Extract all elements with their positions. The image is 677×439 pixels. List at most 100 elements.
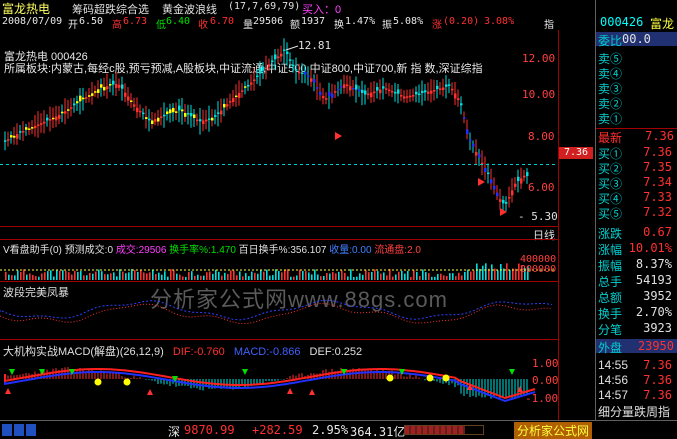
candle-body [10,135,13,138]
volume-bar [380,273,382,280]
volume-bar [224,272,226,280]
stock-name[interactable]: 富龙热电 [2,0,50,17]
candle-body [514,183,517,187]
candle-body [379,89,382,94]
stat-row-2: 振幅 8.37% [596,257,676,273]
nav-button-3[interactable] [26,424,36,436]
index-change: +282.59 [252,423,303,437]
change-label: 涨 [432,20,442,31]
candle-body [37,124,40,126]
y-tick-8: 8.00 [528,130,555,143]
quote-footer[interactable]: 细分量跌周指 [598,403,670,420]
candle-body [511,190,514,196]
candle-body [445,84,448,87]
candle-body [250,82,253,85]
volume-bar [230,270,232,280]
candle-body [103,86,106,91]
volume-bar [221,275,223,280]
volume-bar [248,276,250,280]
quote-panel: 000426 富龙 委比 00.0 卖⑤ 卖④ 卖③ 卖② 卖① 最新 7.36 买① 7… [595,0,677,420]
volume-bar [188,271,190,280]
candle-body [490,179,493,184]
volume-bar [17,270,19,280]
candle-body [196,119,199,122]
volume-bar [332,271,334,280]
volume-bar [176,273,178,280]
candle-body [112,80,115,85]
volume-bar [419,275,421,280]
indicator-title[interactable]: 筹码超跌综合选 [72,1,149,17]
candle-body [208,118,211,120]
candle-body [484,168,487,172]
weibi-label: 委比 [598,34,623,48]
volume-bar [11,275,13,280]
volume-bar [53,276,55,280]
volume-bar [239,271,241,280]
tick-time: 14:57 [598,388,629,402]
volume-bar [389,269,391,280]
volume-bar [29,273,31,280]
candle-body [97,89,100,93]
bottom-left-buttons [2,424,42,436]
volume-bar [506,263,508,280]
volume-bar [353,276,355,280]
candle-body [178,105,181,111]
volume-bar [77,271,79,280]
candle-body [328,91,331,96]
tick-row: 14:55 7.36 [596,358,676,372]
candle-body [454,93,457,99]
macd-panel[interactable]: 大机构实战MACD(解盘)(26,12,9) DIF:-0.760 MACD:-… [0,339,559,419]
up-arrow-marker [147,389,153,395]
peak-leader [285,45,299,51]
volume-bar [317,274,319,280]
volume-bar [377,271,379,280]
candle-body [19,131,22,133]
vol-label: 量 [243,20,253,31]
low-label: - 5.30 [518,210,558,223]
candle-body [355,84,358,90]
candle-body [40,123,43,125]
candle-body [247,84,250,87]
candle-body [385,88,388,90]
buy-row-5: 买⑤ 7.32 [596,205,676,221]
volume-bar [251,271,253,280]
candle-body [493,185,496,190]
tick-row: 14:57 7.36 [596,388,676,402]
volume-bar [464,271,466,280]
sell-row-4: 卖④ [596,65,676,81]
candle-body [232,98,235,103]
quote-header: 000426 富龙 [596,14,677,31]
volume-bar [479,268,481,280]
candle-body [418,93,421,96]
candle-body [265,67,268,70]
tick-time: 14:55 [598,358,629,372]
candle-body [163,114,166,117]
nav-button-2[interactable] [14,424,24,436]
stat-row-4-label: 总额 [598,291,623,305]
candle-body [394,92,397,94]
candle-body [31,127,34,129]
stat-row-2-value: 8.37% [635,257,672,271]
volume-bar [368,272,370,280]
sell-row-1: 卖① [596,110,676,126]
volume-bar [185,276,187,280]
volume-bar [206,272,208,280]
volume-bar [422,269,424,280]
stat-row-3: 总手 54193 [596,273,676,289]
candle-body [292,64,295,67]
stat-row-1: 涨幅 10.01% [596,241,676,257]
volume-panel[interactable]: V看盘助手(0) 预测成交:0 成交:29506 换手率%:1.470 百日换手… [0,239,558,280]
nav-button-1[interactable] [2,424,12,436]
volume-bar [197,274,199,280]
sell-arrow-marker [478,178,485,186]
volume-bar [83,275,85,280]
candle-body [412,95,415,97]
y-tick-12: 12.00 [522,52,556,65]
wave-panel[interactable]: 波段完美凤暴 分析家公式网www.88gs.com [0,281,558,338]
volume-bar [485,263,487,280]
candle-body [220,110,223,115]
candle-body [301,72,304,75]
candle-body [202,120,205,125]
main-chart[interactable]: 富龙热电 000426 所属板块:内蒙古,每经c股,预亏预减,A股板块,中证流通… [0,30,560,226]
volume-bar [278,271,280,280]
